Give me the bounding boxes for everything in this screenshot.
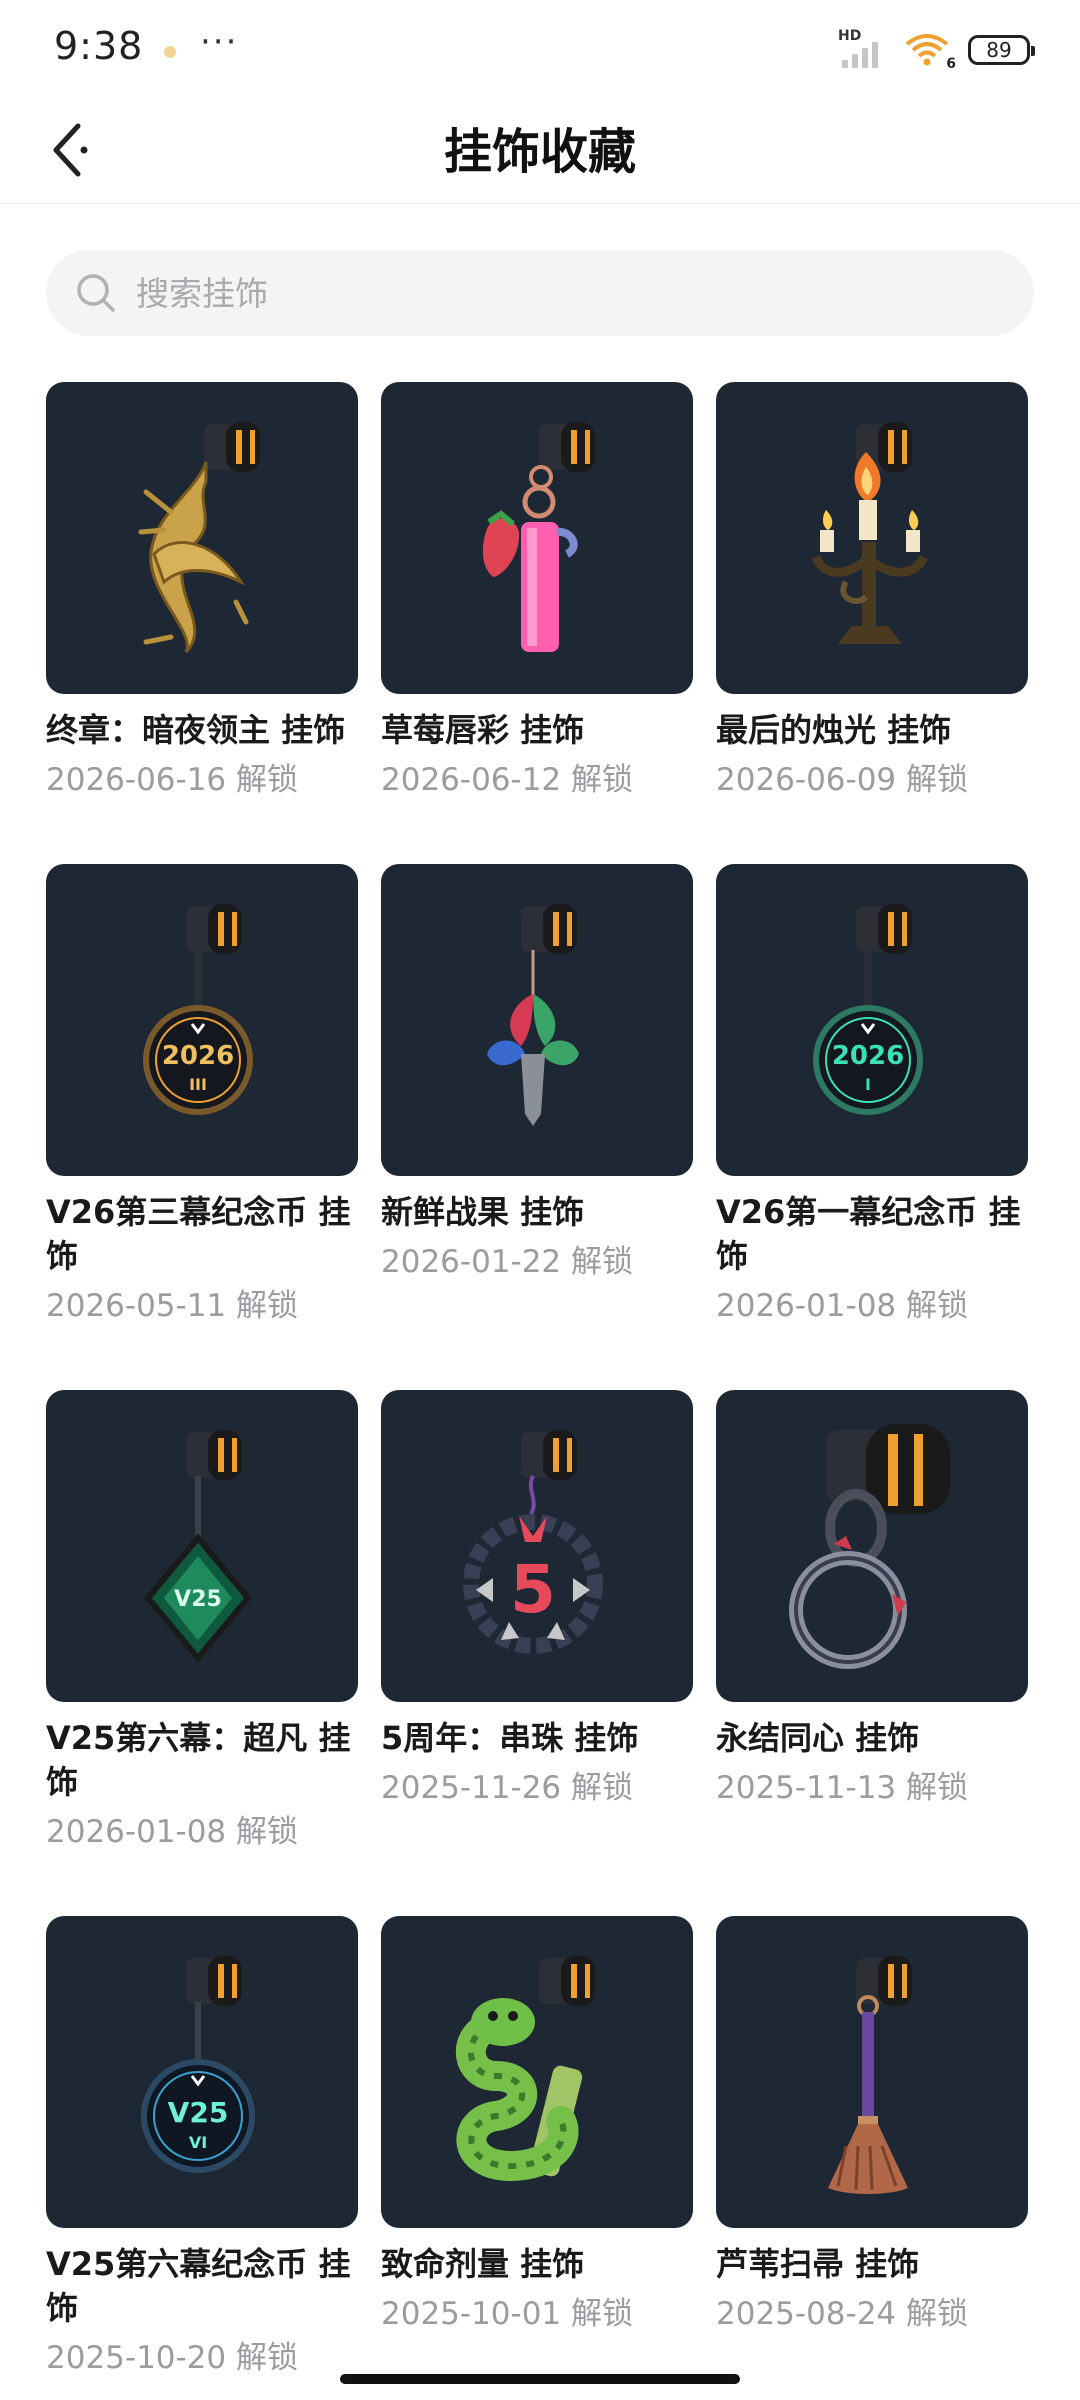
leaf-tree-charm-icon	[487, 904, 579, 1126]
strawberry-lipstick-charm-icon	[482, 422, 595, 652]
golden-thorn-charm-icon	[138, 422, 260, 654]
charm-name: V25第六幕：超凡 挂饰	[46, 1719, 351, 1801]
candelabra-charm-icon	[811, 422, 929, 644]
coin-act-text: I	[865, 1075, 871, 1094]
search-input[interactable]	[136, 273, 936, 313]
charm-name: V26第一幕纪念币 挂饰	[716, 1193, 1021, 1275]
search-bar[interactable]	[46, 250, 1034, 336]
charm-unlock-date: 2026-01-08 解锁	[716, 1288, 969, 1324]
header: 挂饰收藏	[0, 100, 1080, 204]
charm-thumbnail: V25 VI	[46, 1916, 358, 2228]
charm-thumbnail	[716, 1916, 1028, 2228]
linked-rings-charm-icon	[789, 1424, 950, 1669]
charm-unlock-date: 2025-11-26 解锁	[381, 1770, 634, 1806]
charm-item[interactable]: 2026 III V26第三幕纪念币 挂饰 2026-05-11 解锁	[46, 864, 358, 1328]
battery-icon: 89	[968, 35, 1035, 65]
charm-thumbnail	[716, 1390, 1028, 1702]
charm-item[interactable]: 5 5周年：串珠 挂饰 2025-11-26 解锁	[381, 1390, 693, 1854]
charm-name: 芦苇扫帚 挂饰	[716, 2245, 920, 2283]
charm-name: 致命剂量 挂饰	[381, 2245, 585, 2283]
charm-thumbnail: 5	[381, 1390, 693, 1702]
more-notifications-icon: ···	[200, 22, 239, 62]
coin-act-text: III	[189, 1075, 207, 1094]
charm-unlock-date: 2025-11-13 解锁	[716, 1770, 969, 1806]
charm-item[interactable]: 2026 I V26第一幕纪念币 挂饰 2026-01-08 解锁	[716, 864, 1028, 1328]
charm-item[interactable]: 草莓唇彩 挂饰 2026-06-12 解锁	[381, 382, 693, 802]
bead-number-text: 5	[510, 1551, 556, 1628]
wifi-badge: 6	[946, 56, 956, 72]
home-indicator[interactable]	[340, 2374, 740, 2384]
charm-unlock-date: 2026-06-12 解锁	[381, 762, 634, 798]
green-diamond-charm-icon: V25	[144, 1430, 252, 1663]
charm-item[interactable]: V25 V25第六幕：超凡 挂饰 2026-01-08 解锁	[46, 1390, 358, 1854]
charm-unlock-date: 2025-10-20 解锁	[46, 2340, 299, 2376]
charm-thumbnail	[381, 382, 693, 694]
status-indicators: HD 6 89	[838, 28, 1035, 72]
page-title: 挂饰收藏	[443, 124, 636, 180]
charm-item[interactable]: V25 VI V25第六幕纪念币 挂饰 2025-10-20 解锁	[46, 1916, 358, 2380]
broom-charm-icon	[828, 1956, 912, 2194]
coin-year-text: 2026	[832, 1041, 904, 1071]
charm-unlock-date: 2026-05-11 解锁	[46, 1288, 299, 1324]
charm-thumbnail	[381, 864, 693, 1176]
charm-name: 新鲜战果 挂饰	[381, 1193, 585, 1231]
charm-thumbnail: 2026 III	[46, 864, 358, 1176]
charm-name: 永结同心 挂饰	[716, 1719, 920, 1757]
coin-year-text: V25	[168, 2096, 229, 2129]
status-bar: 9:38 ··· HD 6 89	[0, 0, 1080, 100]
network-type: HD	[838, 28, 862, 44]
charm-name: V25第六幕纪念币 挂饰	[46, 2245, 351, 2327]
charm-unlock-date: 2026-01-08 解锁	[46, 1814, 299, 1850]
charm-unlock-date: 2026-06-09 解锁	[716, 762, 969, 798]
bead-ring-charm-icon: 5	[463, 1430, 603, 1654]
charm-grid: 终章：暗夜领主 挂饰 2026-06-16 解锁 草莓唇彩 挂饰 2026-06…	[46, 382, 1034, 2380]
diamond-text: V25	[174, 1587, 222, 1612]
notification-dot	[164, 46, 176, 58]
snake-vial-charm-icon	[455, 1956, 595, 2182]
charm-thumbnail: 2026 I	[716, 864, 1028, 1176]
search-icon	[77, 274, 115, 312]
charm-item[interactable]: 芦苇扫帚 挂饰 2025-08-24 解锁	[716, 1916, 1028, 2380]
coin-2026-i-charm-icon: 2026 I	[813, 904, 923, 1115]
charm-item[interactable]: 永结同心 挂饰 2025-11-13 解锁	[716, 1390, 1028, 1854]
charm-name: 草莓唇彩 挂饰	[381, 711, 585, 749]
status-time: 9:38	[54, 24, 144, 68]
coin-act-text: VI	[189, 2133, 207, 2152]
charm-thumbnail: V25	[46, 1390, 358, 1702]
charm-name: 5周年：串珠 挂饰	[381, 1719, 639, 1757]
coin-2026-iii-charm-icon: 2026 III	[143, 904, 253, 1115]
charm-unlock-date: 2025-10-01 解锁	[381, 2296, 634, 2332]
charm-name: V26第三幕纪念币 挂饰	[46, 1193, 351, 1275]
charm-name: 终章：暗夜领主 挂饰	[46, 711, 346, 749]
coin-year-text: 2026	[162, 1041, 234, 1071]
charm-thumbnail	[716, 382, 1028, 694]
charm-unlock-date: 2026-01-22 解锁	[381, 1244, 634, 1280]
cellular-signal-icon: HD	[838, 28, 886, 70]
charm-thumbnail	[46, 382, 358, 694]
charm-item[interactable]: 最后的烛光 挂饰 2026-06-09 解锁	[716, 382, 1028, 802]
battery-level: 89	[986, 38, 1012, 62]
charm-item[interactable]: 新鲜战果 挂饰 2026-01-22 解锁	[381, 864, 693, 1328]
charm-name: 最后的烛光 挂饰	[716, 711, 952, 749]
charm-unlock-date: 2026-06-16 解锁	[46, 762, 299, 798]
charm-thumbnail	[381, 1916, 693, 2228]
wifi-icon: 6	[904, 32, 956, 72]
charm-item[interactable]: 终章：暗夜领主 挂饰 2026-06-16 解锁	[46, 382, 358, 802]
charm-unlock-date: 2025-08-24 解锁	[716, 2296, 969, 2332]
charm-item[interactable]: 致命剂量 挂饰 2025-10-01 解锁	[381, 1916, 693, 2380]
coin-v25-vi-charm-icon: V25 VI	[141, 1956, 255, 2173]
